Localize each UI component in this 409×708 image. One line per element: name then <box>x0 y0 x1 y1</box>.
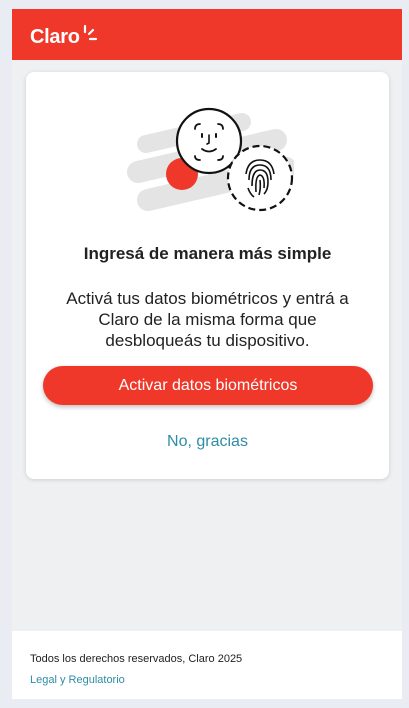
app-frame: Claro Ingresá de manera más simple Activ… <box>12 9 402 699</box>
claro-logo[interactable]: Claro <box>30 24 98 49</box>
no-thanks-link[interactable]: No, gracias <box>26 433 389 451</box>
card-description: Activá tus datos biométricos y entrá a C… <box>66 289 349 350</box>
app-header: Claro <box>12 9 402 60</box>
logo-text: Claro <box>30 25 80 48</box>
logo-rays-icon <box>83 24 97 41</box>
page-footer: Todos los derechos reservados, Claro 202… <box>12 631 402 699</box>
card-title: Ingresá de manera más simple <box>83 244 332 263</box>
copyright-text: Todos los derechos reservados, Claro 202… <box>30 653 243 665</box>
biometrics-card: Ingresá de manera más simple Activá tus … <box>26 72 389 479</box>
biometrics-illustration <box>127 107 294 212</box>
legal-link[interactable]: Legal y Regulatorio <box>30 674 125 686</box>
activate-biometrics-button[interactable]: Activar datos biométricos <box>43 366 373 405</box>
fingerprint-icon <box>226 144 294 212</box>
